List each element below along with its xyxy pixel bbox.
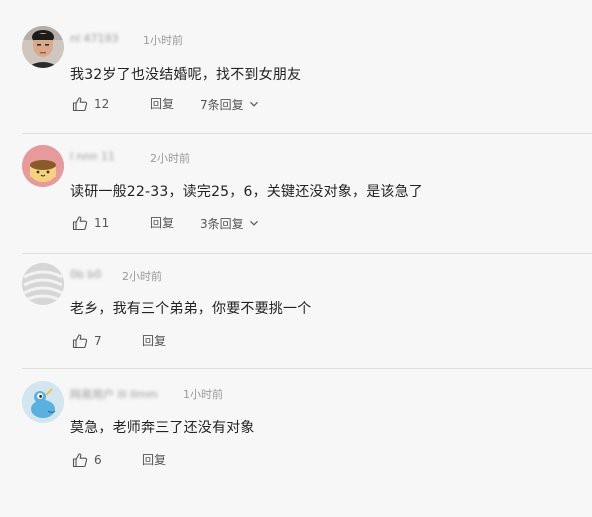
avatar[interactable] (22, 381, 64, 423)
reply-button[interactable]: 回复 (142, 451, 166, 469)
like-count: 6 (94, 453, 102, 467)
comment-item: 网易用户 lll llmm 1小时前 莫急，老师奔三了还没有对象 6 回复 (0, 0, 592, 517)
username[interactable]: 网易用户 lll llmm (70, 386, 158, 402)
thumbs-up-icon (72, 452, 88, 468)
comment-time: 1小时前 (183, 388, 223, 401)
avatar-cartoon-creature (22, 381, 64, 423)
comment-text: 莫急，老师奔三了还没有对象 (70, 420, 255, 436)
comment-actions: 6 回复 (72, 451, 372, 469)
like-button[interactable]: 6 (72, 451, 102, 469)
comment-list: nl 47193 1小时前 我32岁了也没结婚呢，找不到女朋友 12 回复 7条… (0, 0, 592, 517)
